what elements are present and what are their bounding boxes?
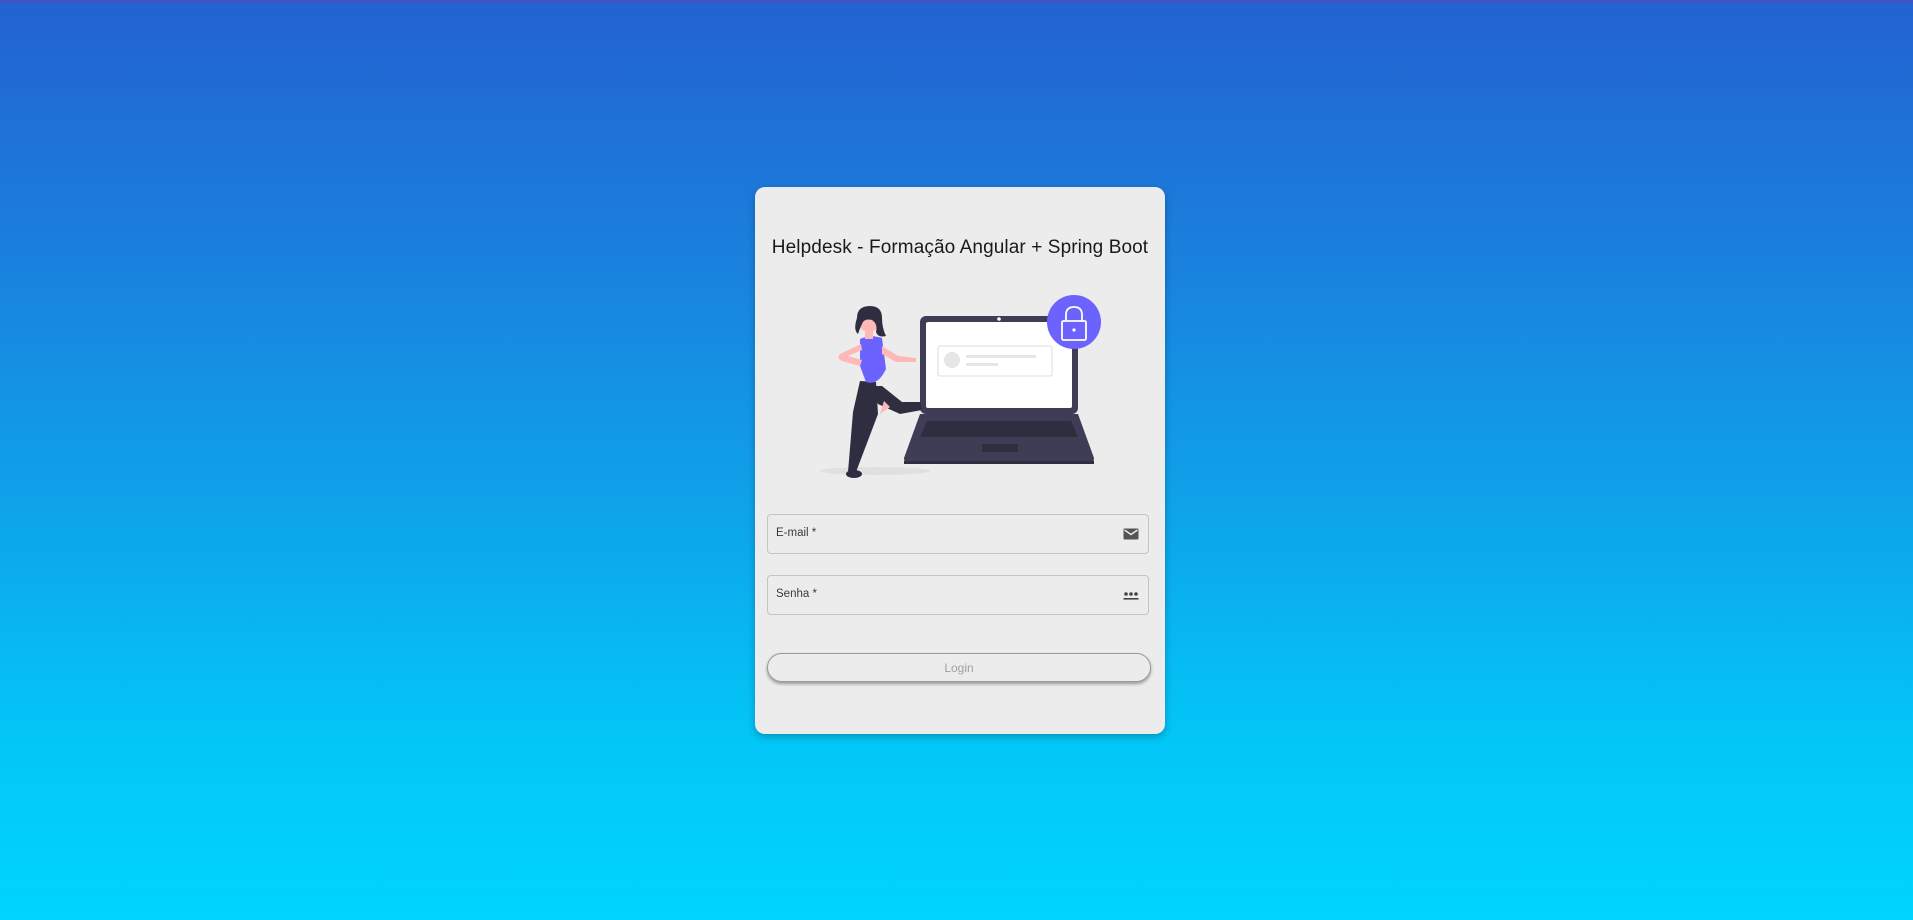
password-field[interactable]: Senha * — [767, 575, 1149, 615]
login-button[interactable]: Login — [767, 653, 1151, 682]
email-field[interactable]: E-mail * — [767, 514, 1149, 554]
password-input[interactable] — [776, 576, 1106, 614]
page-title: Helpdesk - Formação Angular + Spring Boo… — [771, 237, 1149, 258]
login-illustration — [820, 295, 1101, 478]
login-card: Helpdesk - Formação Angular + Spring Boo… — [755, 187, 1165, 734]
email-icon — [1123, 528, 1139, 540]
email-input[interactable] — [776, 515, 1106, 553]
top-edge-line — [0, 0, 1913, 2]
password-icon — [1123, 592, 1139, 600]
